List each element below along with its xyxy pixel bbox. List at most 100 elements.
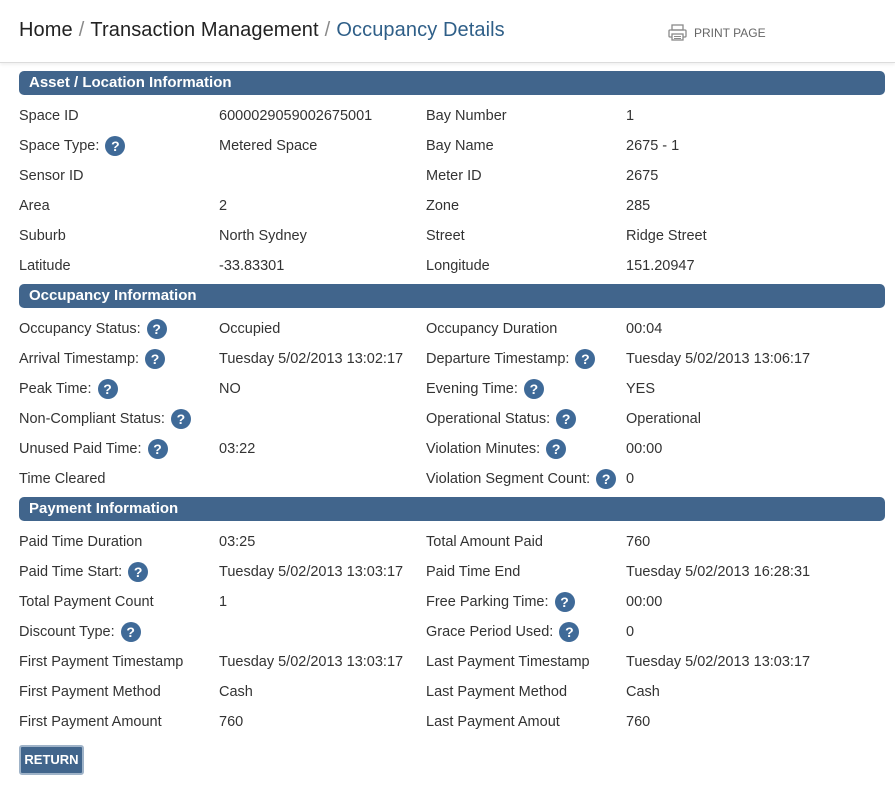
help-icon[interactable]: ? (546, 439, 567, 459)
field-label-cell: Paid Time Duration (19, 527, 142, 557)
help-icon[interactable]: ? (559, 622, 580, 642)
help-icon[interactable]: ? (128, 562, 149, 582)
help-icon[interactable]: ? (575, 349, 596, 369)
printer-icon (668, 24, 687, 41)
field-value: 0 (626, 624, 635, 640)
detail-row: Occupancy Status:? Occupied Occupancy Dura… (0, 314, 895, 344)
field-label: First Payment Timestamp (19, 654, 184, 670)
field-label: Free Parking Time: (426, 594, 549, 610)
help-icon[interactable]: ? (147, 439, 168, 459)
return-button[interactable]: RETURN (19, 745, 84, 775)
section-title: Payment Information (19, 497, 885, 521)
help-icon[interactable]: ? (120, 622, 141, 642)
field-label-cell: Paid Time Start:? (19, 557, 149, 587)
help-icon[interactable]: ? (97, 379, 118, 399)
breadcrumb-home[interactable]: Home (19, 19, 73, 41)
field-value-cell: Ridge Street (626, 221, 707, 251)
field-value: 760 (219, 714, 244, 730)
print-page-button[interactable]: PRINT PAGE (668, 24, 766, 41)
field-label: Time Cleared (19, 471, 106, 487)
field-value: 00:04 (626, 321, 663, 337)
field-label-cell: Bay Name (426, 131, 494, 161)
field-label-cell: Occupancy Status:? (19, 314, 167, 344)
field-value: Tuesday 5/02/2013 13:03:17 (219, 654, 404, 670)
detail-row: First Payment Timestamp Tuesday 5/02/2013… (0, 647, 895, 677)
field-label-cell: Free Parking Time:? (426, 587, 575, 617)
detail-row: Paid Time Duration 03:25 Total Amount Paid… (0, 527, 895, 557)
help-icon[interactable]: ? (105, 136, 126, 156)
detail-row: Discount Type:? Grace Period Used:? 0 (0, 617, 895, 647)
field-value: North Sydney (219, 228, 307, 244)
breadcrumb: Home / Transaction Management / Occupancy De… (19, 19, 505, 42)
field-label: Last Payment Method (426, 684, 568, 700)
detail-row: Non-Compliant Status:? Operational Status… (0, 404, 895, 434)
field-label: Space ID (19, 108, 79, 124)
field-label: First Payment Method (19, 684, 161, 700)
field-label-cell: Non-Compliant Status:? (19, 404, 191, 434)
field-label: Paid Time Duration (19, 534, 143, 550)
help-icon[interactable]: ? (556, 409, 577, 429)
field-label-cell: Violation Minutes:? (426, 434, 567, 464)
help-icon[interactable]: ? (596, 469, 617, 489)
help-icon[interactable]: ? (146, 319, 167, 339)
occupancy-section-header: Occupancy Information (19, 284, 885, 308)
help-icon[interactable]: ? (170, 409, 191, 429)
field-label: Operational Status: (426, 411, 551, 427)
field-label-cell: Arrival Timestamp:? (19, 344, 166, 374)
field-label: Total Payment Count (19, 594, 154, 610)
field-label-cell: Sensor ID (19, 161, 83, 191)
field-value-cell: Cash (626, 677, 660, 707)
field-label: Paid Time End (426, 564, 521, 580)
field-value: YES (626, 381, 656, 397)
field-label: Longitude (426, 258, 490, 274)
field-label-cell: Meter ID (426, 161, 482, 191)
field-label-cell: Operational Status:? (426, 404, 577, 434)
field-value: Operational (626, 411, 701, 427)
field-value-cell: 03:25 (219, 527, 255, 557)
field-value-cell: 2675 - 1 (626, 131, 679, 161)
field-label-cell: Paid Time End (426, 557, 520, 587)
field-value-cell: Occupied (219, 314, 280, 344)
field-value-cell: 760 (626, 527, 650, 557)
field-label-cell: Unused Paid Time:? (19, 434, 168, 464)
field-label: Latitude (19, 258, 71, 274)
field-label: Grace Period Used: (426, 624, 554, 640)
breadcrumb-transaction-management[interactable]: Transaction Management (90, 19, 318, 41)
field-label-cell: First Payment Amount (19, 707, 162, 737)
field-label-cell: Peak Time:? (19, 374, 118, 404)
field-value-cell: 03:22 (219, 434, 255, 464)
field-label: Last Payment Amout (426, 714, 560, 730)
detail-row: Suburb North Sydney Street Ridge Street (0, 221, 895, 251)
help-icon[interactable]: ? (145, 349, 166, 369)
asset-location-section-header: Asset / Location Information (19, 71, 885, 95)
field-label: Space Type: (19, 138, 100, 154)
field-label: Meter ID (426, 168, 482, 184)
field-value: 760 (626, 714, 651, 730)
section-title: Occupancy Information (19, 284, 885, 308)
field-label: Bay Name (426, 138, 494, 154)
field-value-cell: 1 (219, 587, 227, 617)
field-value-cell: 760 (219, 707, 243, 737)
field-label-cell: Evening Time:? (426, 374, 544, 404)
breadcrumb-separator: / (78, 19, 85, 41)
detail-row: Latitude -33.83301 Longitude 151.20947 (0, 251, 895, 281)
field-value: Tuesday 5/02/2013 13:06:17 (626, 351, 811, 367)
field-value-cell: Operational (626, 404, 701, 434)
field-value: 03:22 (219, 441, 256, 457)
field-value: Cash (219, 684, 253, 700)
help-icon[interactable]: ? (554, 592, 575, 612)
field-label-cell: Last Payment Amout (426, 707, 560, 737)
field-label: First Payment Amount (19, 714, 162, 730)
detail-row: First Payment Amount 760 Last Payment Amou… (0, 707, 895, 737)
field-value-cell: North Sydney (219, 221, 307, 251)
field-value-cell: 0 (626, 617, 634, 647)
field-value: Cash (626, 684, 660, 700)
field-value-cell: 00:00 (626, 434, 662, 464)
field-value: Occupied (219, 321, 281, 337)
field-label: Non-Compliant Status: (19, 411, 165, 427)
field-value-cell: YES (626, 374, 655, 404)
field-value: Tuesday 5/02/2013 16:28:31 (626, 564, 811, 580)
help-icon[interactable]: ? (523, 379, 544, 399)
field-value: Ridge Street (626, 228, 707, 244)
field-value-cell: Tuesday 5/02/2013 13:03:17 (626, 647, 810, 677)
